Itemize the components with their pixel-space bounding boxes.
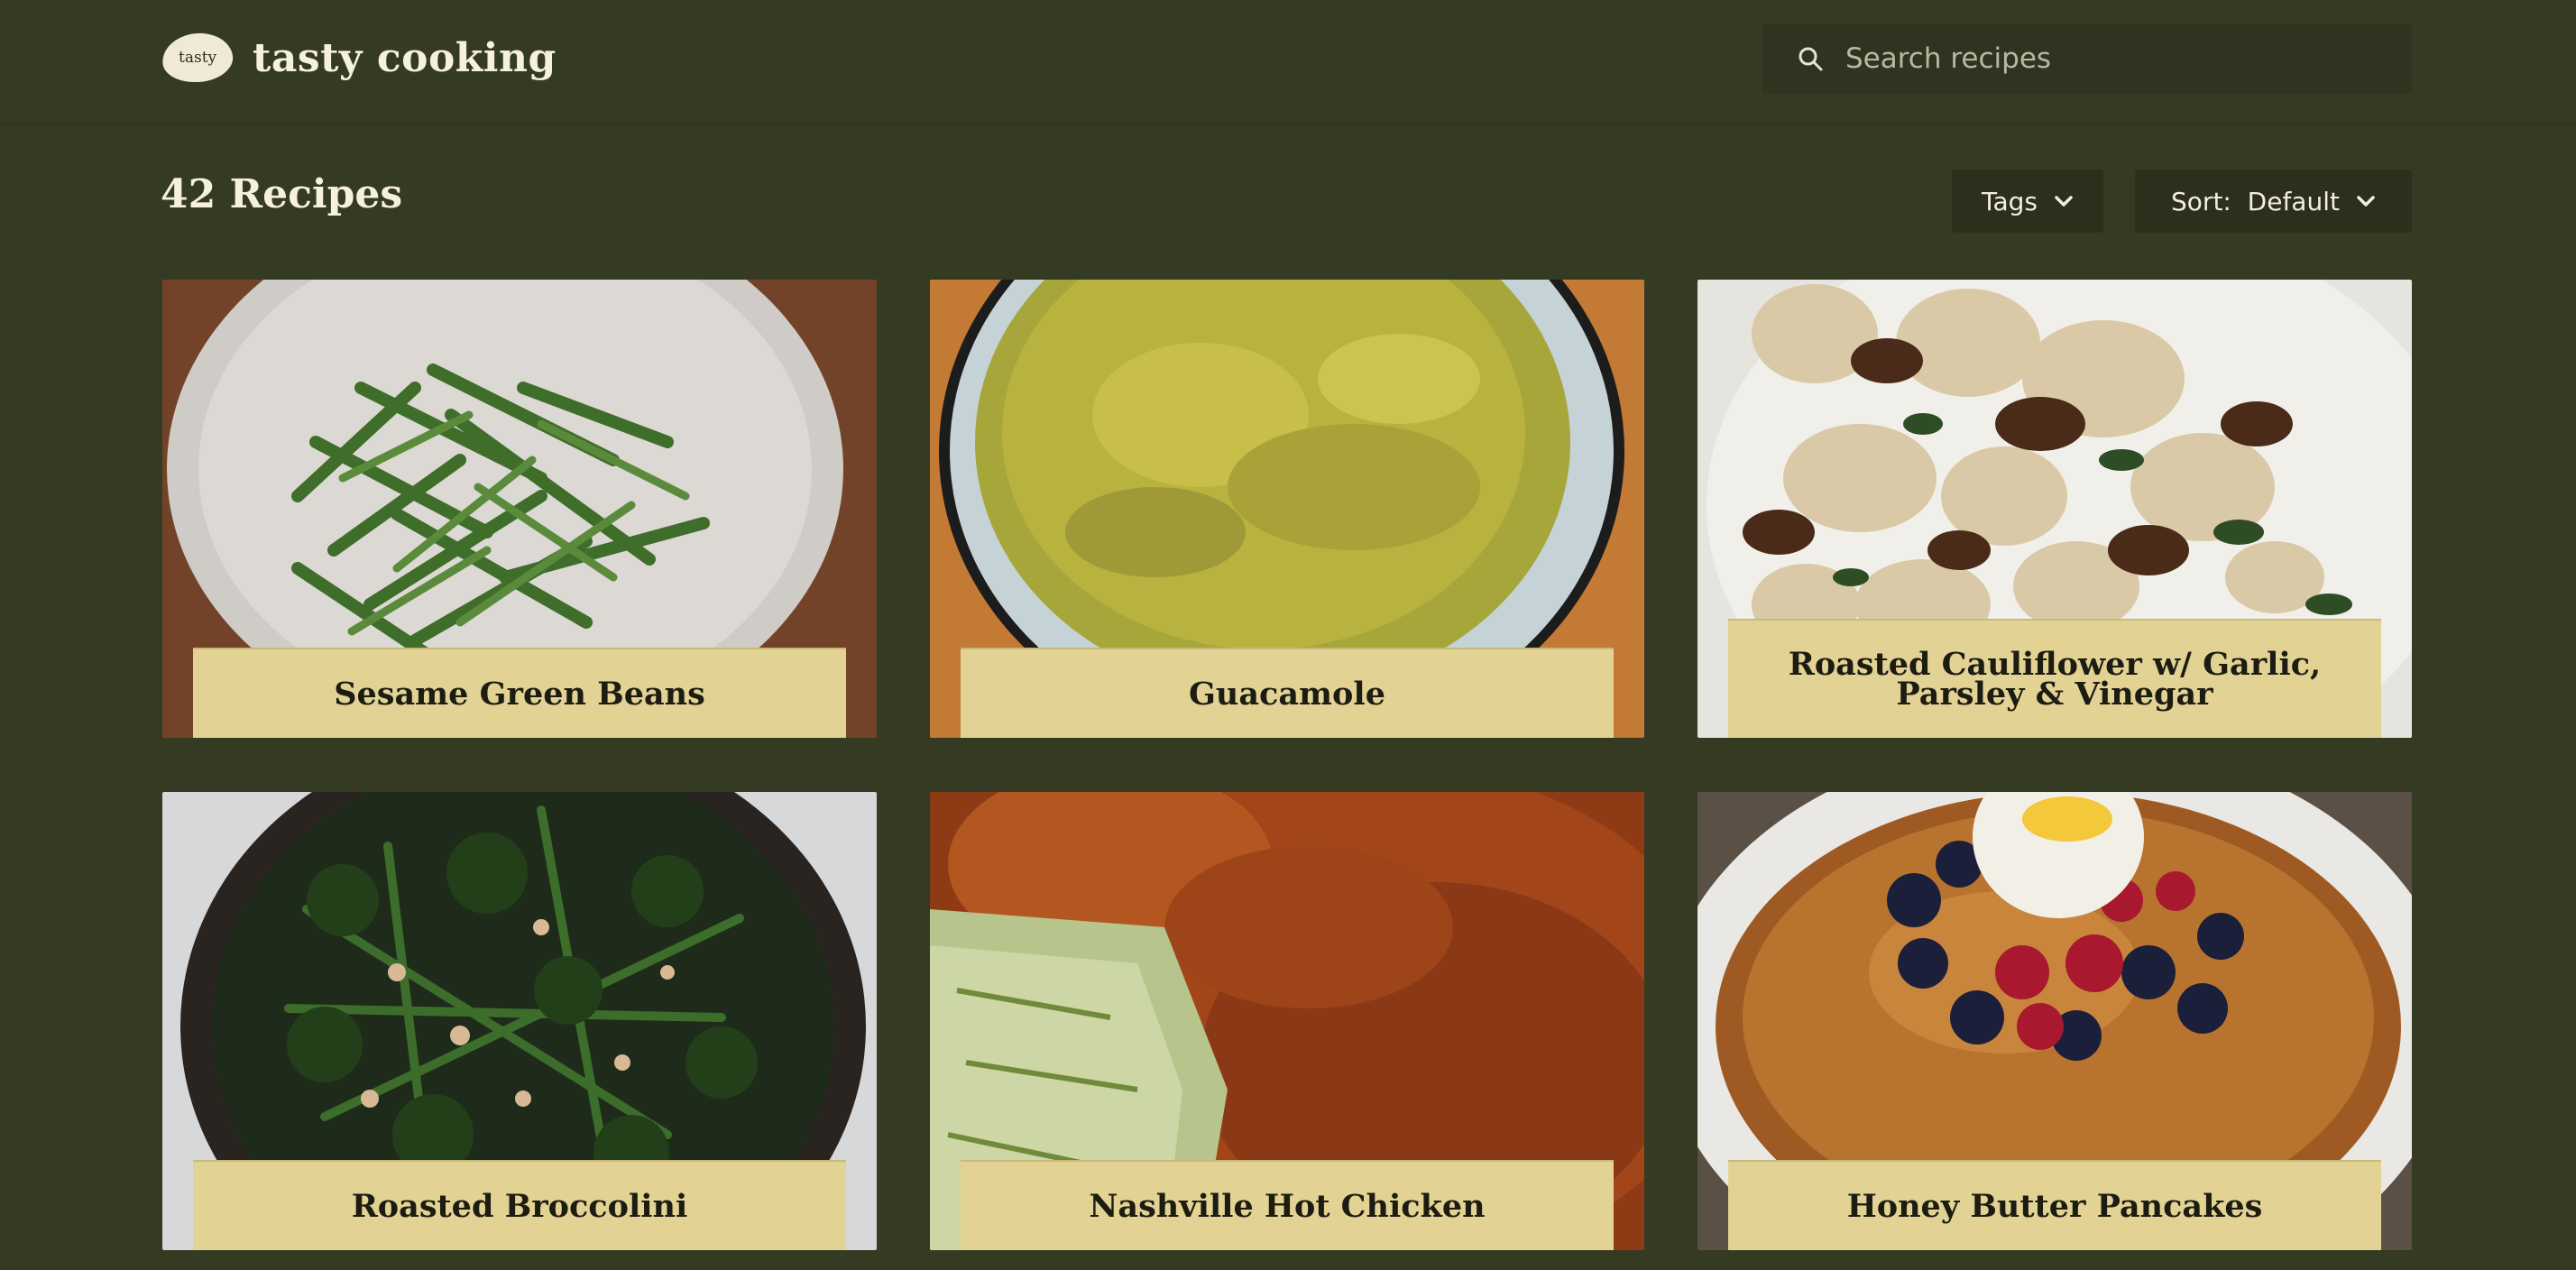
recipe-card[interactable]: Roasted Cauliflower w/ Garlic, Parsley &… bbox=[1697, 280, 2412, 738]
site-logo[interactable]: tasty tasty cooking bbox=[160, 30, 557, 86]
search-icon bbox=[1799, 47, 1823, 71]
recipe-title: Roasted Cauliflower w/ Garlic, Parsley &… bbox=[1728, 619, 2381, 738]
chevron-down-icon bbox=[2357, 196, 2375, 207]
sort-dropdown[interactable]: Sort: Default bbox=[2135, 170, 2412, 233]
logo-text: tasty cooking bbox=[253, 34, 557, 81]
tags-label: Tags bbox=[1982, 186, 2038, 216]
recipe-title: Honey Butter Pancakes bbox=[1728, 1160, 2381, 1250]
search-box[interactable] bbox=[1762, 23, 2412, 94]
recipe-title: Sesame Green Beans bbox=[193, 648, 846, 738]
recipe-title: Guacamole bbox=[961, 648, 1614, 738]
logo-mark: tasty bbox=[160, 30, 235, 86]
tags-dropdown[interactable]: Tags bbox=[1952, 170, 2103, 233]
recipe-card[interactable]: Guacamole bbox=[930, 280, 1644, 738]
site-header: tasty tasty cooking bbox=[0, 0, 2576, 124]
recipe-card[interactable]: Honey Butter Pancakes bbox=[1697, 792, 2412, 1250]
search-input[interactable] bbox=[1845, 23, 2412, 94]
recipe-card[interactable]: Nashville Hot Chicken bbox=[930, 792, 1644, 1250]
recipe-title: Nashville Hot Chicken bbox=[961, 1160, 1614, 1250]
recipe-card[interactable]: Sesame Green Beans bbox=[162, 280, 877, 738]
recipe-title: Roasted Broccolini bbox=[193, 1160, 846, 1250]
recipe-count: 42 Recipes bbox=[161, 171, 403, 217]
chevron-down-icon bbox=[2055, 196, 2073, 207]
recipe-card[interactable]: Roasted Broccolini bbox=[162, 792, 877, 1250]
sort-label: Sort: Default bbox=[2171, 186, 2340, 216]
